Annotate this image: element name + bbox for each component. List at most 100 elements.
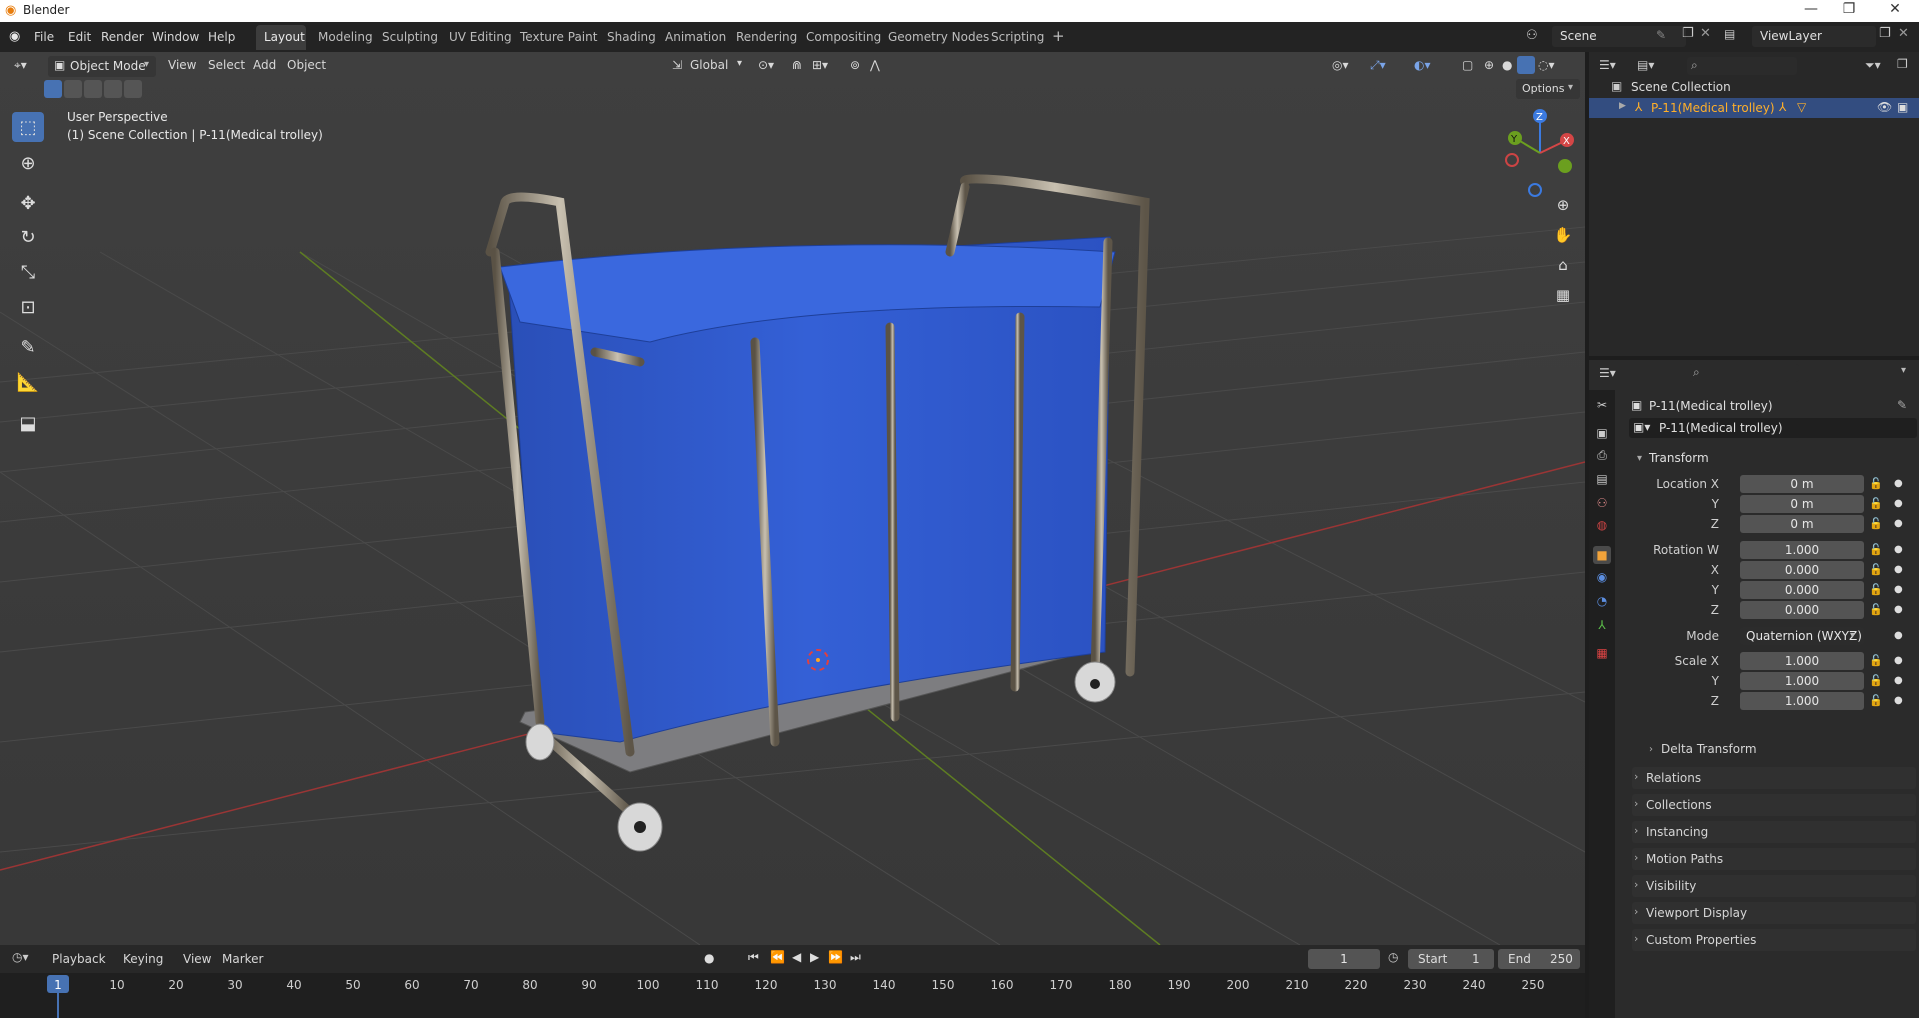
object-browse-icon[interactable]: ▣▾ bbox=[1633, 420, 1650, 434]
rotation-z-field[interactable]: 0.000 bbox=[1740, 601, 1864, 619]
display-mode-icon[interactable]: ▤▾ bbox=[1637, 58, 1654, 72]
lock-icon[interactable]: 🔓 bbox=[1869, 517, 1883, 530]
select-new-icon[interactable] bbox=[44, 80, 62, 98]
play-icon[interactable]: ▶ bbox=[810, 950, 819, 964]
tab-rendering[interactable]: Rendering bbox=[736, 30, 797, 44]
constraints-tab-icon[interactable]: ⅄ bbox=[1593, 616, 1611, 634]
options-dropdown[interactable]: Options ▾ bbox=[1516, 79, 1580, 99]
menu-marker[interactable]: Marker bbox=[222, 952, 263, 966]
blender-menu-icon[interactable]: ◉ bbox=[9, 29, 20, 44]
tab-geometry-nodes[interactable]: Geometry Nodes bbox=[888, 30, 989, 44]
select-subtract-icon[interactable] bbox=[84, 80, 102, 98]
tab-scripting[interactable]: Scripting bbox=[991, 30, 1044, 44]
tab-sculpting[interactable]: Sculpting bbox=[382, 30, 438, 44]
transform-tool[interactable]: ⊡ bbox=[12, 292, 44, 322]
pin-icon[interactable]: ✎ bbox=[1656, 28, 1666, 42]
view-layer-field[interactable]: ViewLayer bbox=[1752, 26, 1876, 47]
render-tab-icon[interactable]: ▣ bbox=[1593, 424, 1611, 442]
physics-tab-icon[interactable]: ◔ bbox=[1593, 592, 1611, 610]
pivot-icon[interactable]: ⊙▾ bbox=[758, 58, 774, 72]
custom-properties-panel[interactable]: › Custom Properties bbox=[1632, 929, 1916, 951]
current-frame-field[interactable]: 1 bbox=[1308, 949, 1380, 969]
relations-panel[interactable]: › Relations bbox=[1632, 767, 1916, 789]
menu-edit[interactable]: Edit bbox=[68, 30, 91, 44]
keyframe-dot-icon[interactable]: ● bbox=[1894, 584, 1903, 595]
lock-icon[interactable]: 🔓 bbox=[1869, 563, 1883, 576]
location-y-field[interactable]: 0 m bbox=[1740, 495, 1864, 513]
scene-tab-icon[interactable]: ⚇ bbox=[1593, 494, 1611, 512]
keyframe-dot-icon[interactable]: ● bbox=[1894, 675, 1903, 686]
rotation-y-field[interactable]: 0.000 bbox=[1740, 581, 1864, 599]
end-frame-field[interactable]: End 250 bbox=[1498, 949, 1580, 969]
annotate-tool[interactable]: ✎ bbox=[12, 332, 44, 362]
delta-transform-header[interactable]: Delta Transform bbox=[1661, 742, 1757, 756]
3d-viewport[interactable]: ⌖▾ ▣ Object Mode ▾ View Select Add Objec… bbox=[0, 52, 1585, 945]
transform-panel-header[interactable]: Transform bbox=[1649, 451, 1709, 465]
play-reverse-icon[interactable]: ◀ bbox=[792, 950, 801, 964]
visibility-panel[interactable]: › Visibility bbox=[1632, 875, 1916, 897]
world-tab-icon[interactable]: ◍ bbox=[1593, 516, 1611, 534]
keyframe-dot-icon[interactable]: ● bbox=[1894, 655, 1903, 666]
editor-type-icon[interactable]: ⌖▾ bbox=[14, 58, 27, 73]
view-layer-tab-icon[interactable]: ▤ bbox=[1593, 470, 1611, 488]
menu-view[interactable]: View bbox=[168, 58, 196, 72]
output-tab-icon[interactable]: ⎙ bbox=[1593, 446, 1611, 464]
properties-search-input[interactable]: ⌕ bbox=[1689, 364, 1799, 382]
wireframe-shading-icon[interactable]: ⊕ bbox=[1484, 58, 1494, 72]
scale-y-field[interactable]: 1.000 bbox=[1740, 672, 1864, 690]
snap-icon[interactable]: ⋒ bbox=[792, 58, 802, 72]
outliner-editor-icon[interactable]: ☰▾ bbox=[1599, 58, 1616, 72]
tab-uv-editing[interactable]: UV Editing bbox=[449, 30, 512, 44]
keyframe-dot-icon[interactable]: ● bbox=[1894, 478, 1903, 489]
pin-icon[interactable]: ✎ bbox=[1897, 398, 1907, 412]
object-tab-icon[interactable]: ■ bbox=[1593, 546, 1611, 564]
ortho-toggle-icon[interactable]: ▦ bbox=[1550, 282, 1576, 308]
prev-keyframe-icon[interactable]: ⏪ bbox=[770, 950, 785, 964]
rotation-mode-dropdown[interactable]: Quaternion (WXYZ) ▾ bbox=[1740, 627, 1864, 645]
menu-help[interactable]: Help bbox=[208, 30, 235, 44]
falloff-icon[interactable]: ⋀ bbox=[870, 58, 880, 72]
jump-end-icon[interactable]: ⏭ bbox=[850, 950, 861, 965]
lock-icon[interactable]: 🔓 bbox=[1869, 694, 1883, 707]
menu-select[interactable]: Select bbox=[208, 58, 245, 72]
proportional-edit-icon[interactable]: ⊚ bbox=[850, 58, 860, 72]
eye-icon[interactable]: 👁 bbox=[1877, 100, 1892, 114]
record-icon[interactable]: ● bbox=[704, 951, 714, 965]
keyframe-dot-icon[interactable]: ● bbox=[1894, 604, 1903, 615]
measure-tool[interactable]: 📐 bbox=[12, 367, 44, 397]
delete-scene-icon[interactable]: ✕ bbox=[1700, 26, 1711, 41]
maximize-button[interactable]: ❐ bbox=[1834, 1, 1864, 17]
lock-icon[interactable]: 🔓 bbox=[1869, 654, 1883, 667]
expand-arrow-icon[interactable]: ▶ bbox=[1619, 101, 1626, 111]
keyframe-dot-icon[interactable]: ● bbox=[1894, 695, 1903, 706]
scale-tool[interactable]: ⤡ bbox=[12, 257, 44, 287]
lock-icon[interactable]: 🔓 bbox=[1869, 543, 1883, 556]
collections-panel[interactable]: › Collections bbox=[1632, 794, 1916, 816]
instancing-panel[interactable]: › Instancing bbox=[1632, 821, 1916, 843]
keyframe-dot-icon[interactable]: ● bbox=[1894, 518, 1903, 529]
texture-tab-icon[interactable]: ▦ bbox=[1593, 644, 1611, 662]
tab-modeling[interactable]: Modeling bbox=[318, 30, 373, 44]
rotate-tool[interactable]: ↻ bbox=[12, 222, 44, 252]
menu-object[interactable]: Object bbox=[287, 58, 326, 72]
menu-view[interactable]: View bbox=[183, 952, 211, 966]
lock-icon[interactable]: 🔓 bbox=[1869, 603, 1883, 616]
new-scene-icon[interactable]: ❐ bbox=[1682, 26, 1694, 41]
keyframe-dot-icon[interactable]: ● bbox=[1894, 544, 1903, 555]
chevron-right-icon[interactable]: › bbox=[1649, 744, 1653, 755]
menu-playback[interactable]: Playback bbox=[52, 952, 106, 966]
menu-add[interactable]: Add bbox=[253, 58, 276, 72]
overlays-icon[interactable]: ◐▾ bbox=[1414, 58, 1431, 72]
tab-animation[interactable]: Animation bbox=[665, 30, 726, 44]
outliner-row-selected[interactable]: ▶ ⅄ P-11(Medical trolley) ⅄ ▽ 👁 ▣ bbox=[1589, 98, 1919, 118]
select-box-tool[interactable]: ⬚ bbox=[12, 112, 44, 142]
viewport-display-panel[interactable]: › Viewport Display bbox=[1632, 902, 1916, 924]
camera-view-icon[interactable]: ⌂ bbox=[1550, 252, 1576, 278]
new-view-layer-icon[interactable]: ❐ bbox=[1879, 26, 1891, 41]
add-cube-tool[interactable]: ⬓ bbox=[12, 408, 44, 438]
select-invert-icon[interactable] bbox=[104, 80, 122, 98]
new-collection-icon[interactable]: ❐ bbox=[1897, 57, 1908, 71]
add-workspace-button[interactable]: + bbox=[1052, 27, 1065, 45]
cursor-tool[interactable]: ⊕ bbox=[12, 148, 44, 178]
motion-paths-panel[interactable]: › Motion Paths bbox=[1632, 848, 1916, 870]
